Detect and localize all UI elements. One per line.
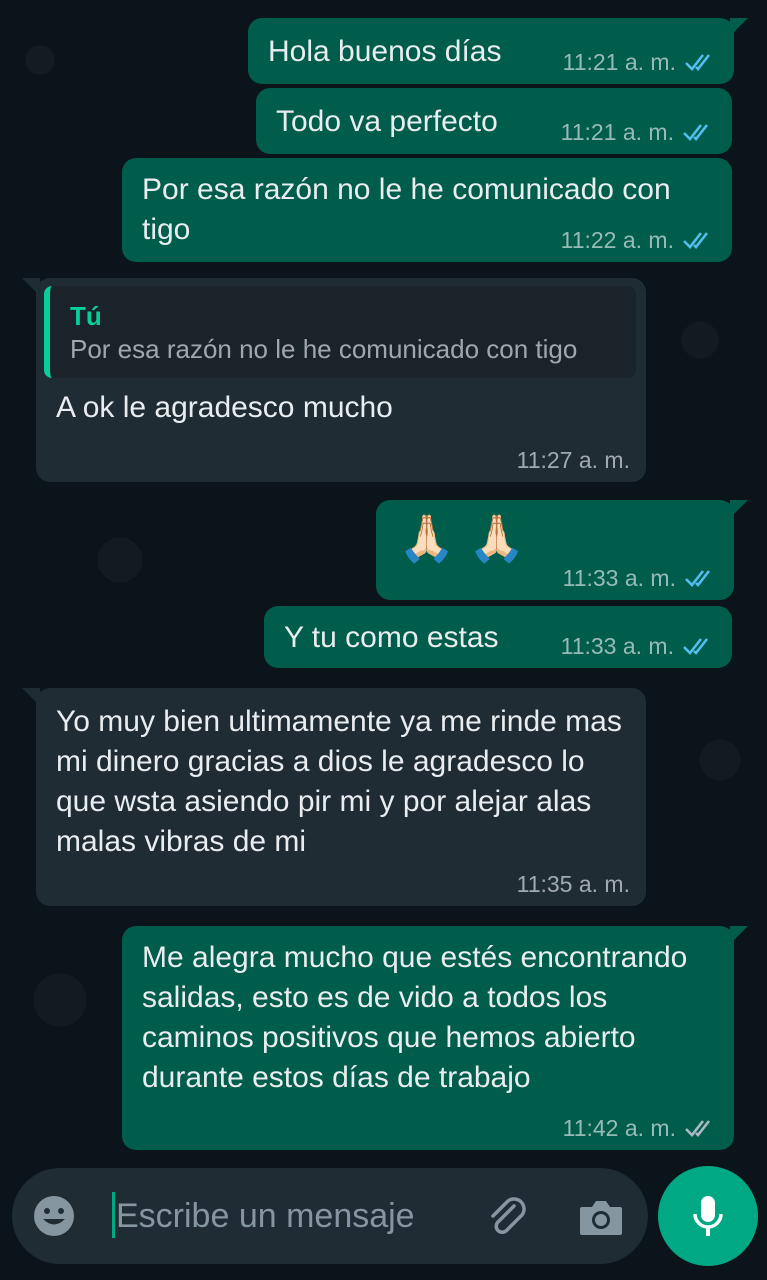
message-meta: 11:35 a. m.: [517, 870, 630, 898]
text-caret: [112, 1192, 115, 1238]
message-bubble-outgoing[interactable]: Todo va perfecto 11:21 a. m.: [256, 88, 732, 154]
message-text: A ok le agradesco mucho: [56, 391, 393, 424]
message-time: 11:27 a. m.: [516, 447, 630, 473]
message-text: Me alegra mucho que estés encontrando sa…: [142, 941, 696, 1094]
double-check-blue-icon: [683, 124, 709, 141]
message-meta: 11:21 a. m.: [561, 118, 716, 146]
message-text: Todo va perfecto: [276, 105, 498, 138]
message-time: 11:21 a. m.: [560, 119, 674, 145]
message-time: 11:22 a. m.: [560, 227, 674, 253]
message-bubble-incoming[interactable]: Tú Por esa razón no le he comunicado con…: [22, 278, 646, 482]
double-check-grey-icon: [685, 1120, 711, 1137]
message-time: 11:33 a. m.: [560, 633, 674, 659]
quoted-message[interactable]: Tú Por esa razón no le he comunicado con…: [44, 286, 636, 378]
quoted-text: Por esa razón no le he comunicado con ti…: [70, 334, 578, 364]
message-time: 11:35 a. m.: [516, 871, 630, 897]
chat-area[interactable]: Hola buenos días 11:21 a. m. Todo va per…: [0, 0, 767, 1280]
message-meta: 11:42 a. m.: [563, 1114, 718, 1142]
message-bubble-outgoing[interactable]: Por esa razón no le he comunicado con ti…: [122, 158, 732, 262]
double-check-blue-icon: [685, 570, 711, 587]
message-bubble-outgoing[interactable]: Y tu como estas 11:33 a. m.: [264, 606, 732, 668]
quoted-author: Tú: [70, 301, 102, 331]
paperclip-icon: [491, 1197, 526, 1234]
message-meta: 11:33 a. m.: [563, 564, 718, 592]
double-check-blue-icon: [683, 638, 709, 655]
message-text: Hola buenos días: [268, 35, 502, 68]
message-time: 11:42 a. m.: [562, 1115, 676, 1141]
mic-button[interactable]: [658, 1166, 758, 1266]
camera-icon: [580, 1201, 622, 1235]
message-meta: 11:22 a. m.: [561, 226, 716, 254]
attach-button[interactable]: [482, 1192, 532, 1242]
double-check-blue-icon: [683, 232, 709, 249]
mic-icon: [693, 1196, 723, 1236]
message-meta: 11:21 a. m.: [563, 48, 718, 76]
message-text: Yo muy bien ultimamente ya me rinde mas …: [56, 705, 631, 858]
camera-button[interactable]: [576, 1192, 626, 1242]
message-bubble-incoming[interactable]: Yo muy bien ultimamente ya me rinde mas …: [22, 688, 646, 906]
emoji-icon: [34, 1196, 74, 1236]
message-bubble-outgoing[interactable]: Me alegra mucho que estés encontrando sa…: [122, 926, 748, 1150]
message-meta: 11:33 a. m.: [561, 632, 716, 660]
message-text: Y tu como estas: [284, 621, 499, 654]
message-meta: 11:27 a. m.: [517, 446, 630, 474]
double-check-blue-icon: [685, 54, 711, 71]
message-time: 11:33 a. m.: [562, 565, 676, 591]
message-input-bar: Escribe un mensaje: [12, 1168, 648, 1264]
message-emoji: 🙏🏻 🙏🏻: [398, 512, 526, 564]
message-time: 11:21 a. m.: [562, 49, 676, 75]
message-bubble-outgoing[interactable]: 🙏🏻 🙏🏻 11:33 a. m.: [376, 500, 748, 600]
message-bubble-outgoing[interactable]: Hola buenos días 11:21 a. m.: [248, 18, 748, 84]
emoji-button[interactable]: [30, 1192, 78, 1240]
message-input[interactable]: Escribe un mensaje: [116, 1196, 415, 1236]
